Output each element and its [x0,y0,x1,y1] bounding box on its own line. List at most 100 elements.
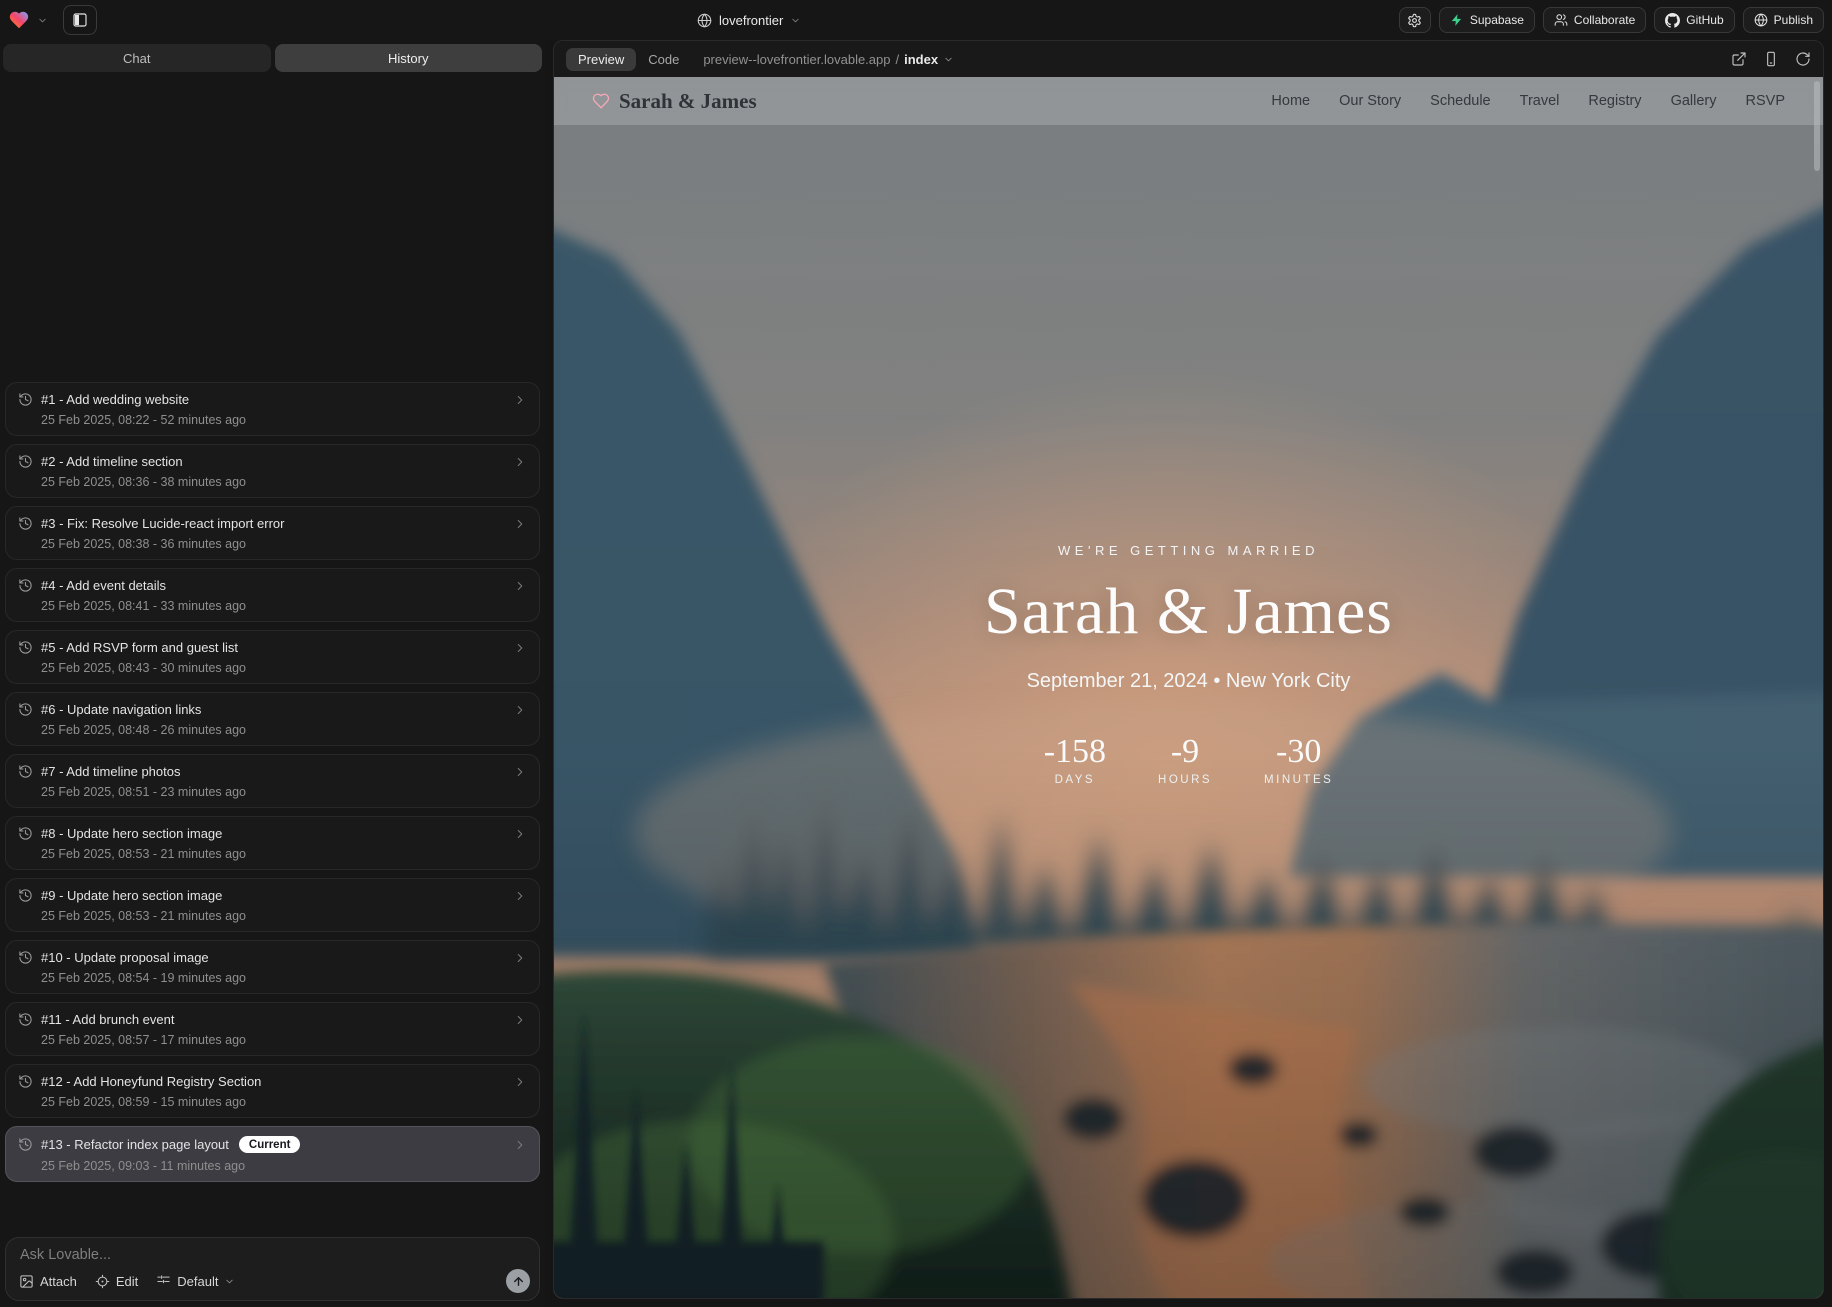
chevron-right-icon[interactable] [513,1075,527,1089]
site-nav-item[interactable]: Gallery [1671,93,1717,109]
tab-chat[interactable]: Chat [3,44,271,72]
github-button[interactable]: GitHub [1654,7,1734,33]
history-item-title: #13 - Refactor index page layout [41,1137,229,1152]
url-separator: / [895,52,899,67]
hero-date-location: September 21, 2024 • New York City [1027,670,1351,693]
chat-history-sidebar: Chat History #1 - Add wedding website 25… [0,40,545,1307]
site-nav-item[interactable]: Schedule [1430,93,1490,109]
countdown-value: -158 [1044,733,1106,771]
chevron-right-icon[interactable] [513,1013,527,1027]
history-item-title: #12 - Add Honeyfund Registry Section [41,1074,261,1089]
supabase-button[interactable]: Supabase [1439,7,1535,33]
edit-select-button[interactable]: Edit [95,1274,138,1289]
history-list-item[interactable]: #4 - Add event details 25 Feb 2025, 08:4… [5,568,540,622]
site-logo[interactable]: Sarah & James [592,89,757,114]
history-item-timestamp: 25 Feb 2025, 08:41 - 33 minutes ago [41,599,527,613]
gear-icon [1407,13,1422,28]
globe-icon [1754,13,1768,27]
chevron-down-icon [224,1276,235,1287]
arrow-up-icon [512,1275,525,1288]
site-nav-item[interactable]: Home [1271,93,1310,109]
preview-scrollbar[interactable] [1814,81,1820,171]
site-nav-item[interactable]: Travel [1520,93,1560,109]
chevron-down-icon [790,15,801,26]
countdown-value: -30 [1264,733,1333,771]
sidebar-tabs: Chat History [0,40,545,72]
tab-code[interactable]: Code [648,52,679,67]
chevron-right-icon[interactable] [513,579,527,593]
ask-lovable-input[interactable] [20,1247,525,1263]
history-item-timestamp: 25 Feb 2025, 09:03 - 11 minutes ago [41,1159,527,1173]
project-switcher[interactable]: lovefrontier [697,0,801,40]
attach-button[interactable]: Attach [19,1274,77,1289]
chevron-right-icon[interactable] [513,703,527,717]
globe-icon [697,13,712,28]
tab-preview[interactable]: Preview [566,48,636,71]
history-item-timestamp: 25 Feb 2025, 08:54 - 19 minutes ago [41,971,527,985]
site-nav-item[interactable]: Our Story [1339,93,1401,109]
chevron-right-icon[interactable] [513,827,527,841]
refresh-icon[interactable] [1795,51,1811,67]
history-item-title: #9 - Update hero section image [41,888,222,903]
history-list-item[interactable]: #13 - Refactor index page layout Current… [5,1126,540,1182]
open-external-icon[interactable] [1731,51,1747,67]
history-item-title: #1 - Add wedding website [41,392,189,407]
history-item-timestamp: 25 Feb 2025, 08:53 - 21 minutes ago [41,909,527,923]
users-icon [1554,13,1568,27]
github-icon [1665,13,1680,28]
chevron-right-icon[interactable] [513,641,527,655]
supabase-label: Supabase [1470,13,1524,27]
mode-select-button[interactable]: Default [156,1274,235,1289]
chevron-right-icon[interactable] [513,765,527,779]
history-list-item[interactable]: #3 - Fix: Resolve Lucide-react import er… [5,506,540,560]
site-nav-item[interactable]: Registry [1588,93,1641,109]
history-item-title: #6 - Update navigation links [41,702,201,717]
history-restore-icon [18,454,33,469]
history-item-timestamp: 25 Feb 2025, 08:53 - 21 minutes ago [41,847,527,861]
supabase-bolt-icon [1450,13,1464,27]
chevron-right-icon[interactable] [513,1138,527,1152]
chevron-right-icon[interactable] [513,517,527,531]
github-label: GitHub [1686,13,1723,27]
prompt-composer: Attach Edit Default [5,1237,540,1301]
countdown-unit: -30 MINUTES [1264,733,1333,786]
site-nav-item[interactable]: RSVP [1746,93,1786,109]
mobile-view-icon[interactable] [1763,51,1779,67]
chevron-right-icon[interactable] [513,889,527,903]
history-restore-icon [18,578,33,593]
chevron-right-icon[interactable] [513,393,527,407]
history-list-item[interactable]: #12 - Add Honeyfund Registry Section 25 … [5,1064,540,1118]
history-list-item[interactable]: #2 - Add timeline section 25 Feb 2025, 0… [5,444,540,498]
site-nav: Home Our Story Schedule Travel Registry … [1271,93,1785,109]
history-list-item[interactable]: #1 - Add wedding website 25 Feb 2025, 08… [5,382,540,436]
publish-button[interactable]: Publish [1743,7,1824,33]
history-restore-icon [18,1074,33,1089]
preview-url[interactable]: preview--lovefrontier.lovable.app / inde… [703,52,954,67]
history-list-item[interactable]: #9 - Update hero section image 25 Feb 20… [5,878,540,932]
history-list-item[interactable]: #7 - Add timeline photos 25 Feb 2025, 08… [5,754,540,808]
url-host: preview--lovefrontier.lovable.app [703,52,890,67]
countdown-unit: -9 HOURS [1158,733,1212,786]
history-list-item[interactable]: #10 - Update proposal image 25 Feb 2025,… [5,940,540,994]
target-icon [95,1274,110,1289]
lovable-logo-icon[interactable] [8,9,30,31]
history-item-timestamp: 25 Feb 2025, 08:22 - 52 minutes ago [41,413,527,427]
chevron-right-icon[interactable] [513,951,527,965]
preview-toolbar: Preview Code preview--lovefrontier.lovab… [554,41,1823,77]
settings-button[interactable] [1399,7,1431,33]
tab-history[interactable]: History [275,44,543,72]
chevron-down-icon [943,54,954,65]
history-list-item[interactable]: #11 - Add brunch event 25 Feb 2025, 08:5… [5,1002,540,1056]
chevron-right-icon[interactable] [513,455,527,469]
send-button[interactable] [506,1269,530,1293]
collaborate-button[interactable]: Collaborate [1543,7,1646,33]
website-preview: Sarah & James Home Our Story Schedule Tr… [554,77,1823,1298]
version-history-list: #1 - Add wedding website 25 Feb 2025, 08… [5,382,540,1190]
history-list-item[interactable]: #8 - Update hero section image 25 Feb 20… [5,816,540,870]
history-list-item[interactable]: #5 - Add RSVP form and guest list 25 Feb… [5,630,540,684]
countdown-unit: -158 DAYS [1044,733,1106,786]
history-list-item[interactable]: #6 - Update navigation links 25 Feb 2025… [5,692,540,746]
history-restore-icon [18,1012,33,1027]
chevron-down-icon[interactable] [37,15,48,26]
sidebar-toggle-button[interactable] [63,5,97,35]
